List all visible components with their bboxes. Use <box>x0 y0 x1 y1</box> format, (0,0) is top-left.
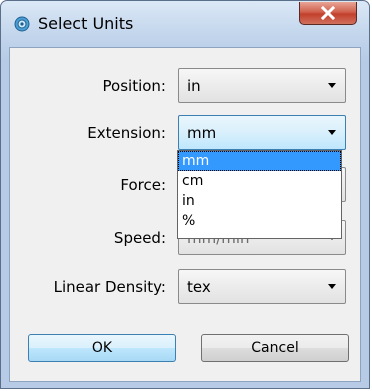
speed-label: Speed: <box>113 229 166 247</box>
linear-density-value: tex <box>187 278 211 296</box>
extension-dropdown-list[interactable]: mm cm in % <box>177 150 342 239</box>
close-button[interactable] <box>299 2 357 25</box>
app-globe-icon <box>14 16 30 32</box>
linear-density-label: Linear Density: <box>53 278 166 296</box>
linear-density-select[interactable]: tex <box>178 269 346 304</box>
chevron-down-icon <box>328 130 336 135</box>
dropdown-option-in[interactable]: in <box>178 191 341 211</box>
position-label: Position: <box>102 77 166 95</box>
cancel-button[interactable]: Cancel <box>201 334 349 362</box>
dropdown-option-percent[interactable]: % <box>178 211 341 231</box>
dropdown-option-mm[interactable]: mm <box>178 151 341 171</box>
close-icon <box>321 6 335 20</box>
extension-label: Extension: <box>87 124 166 142</box>
window-title: Select Units <box>38 14 134 33</box>
extension-value: mm <box>187 124 217 142</box>
dropdown-option-cm[interactable]: cm <box>178 171 341 191</box>
chevron-down-icon <box>328 83 336 88</box>
position-select[interactable]: in <box>178 68 346 103</box>
extension-select[interactable]: mm <box>178 115 346 150</box>
chevron-down-icon <box>328 284 336 289</box>
title-bar[interactable]: Select Units <box>1 1 369 47</box>
force-label: Force: <box>120 176 166 194</box>
ok-button[interactable]: OK <box>28 334 176 362</box>
position-value: in <box>187 77 201 95</box>
dialog-window: Select Units Position: in Extension: mm … <box>0 0 370 389</box>
